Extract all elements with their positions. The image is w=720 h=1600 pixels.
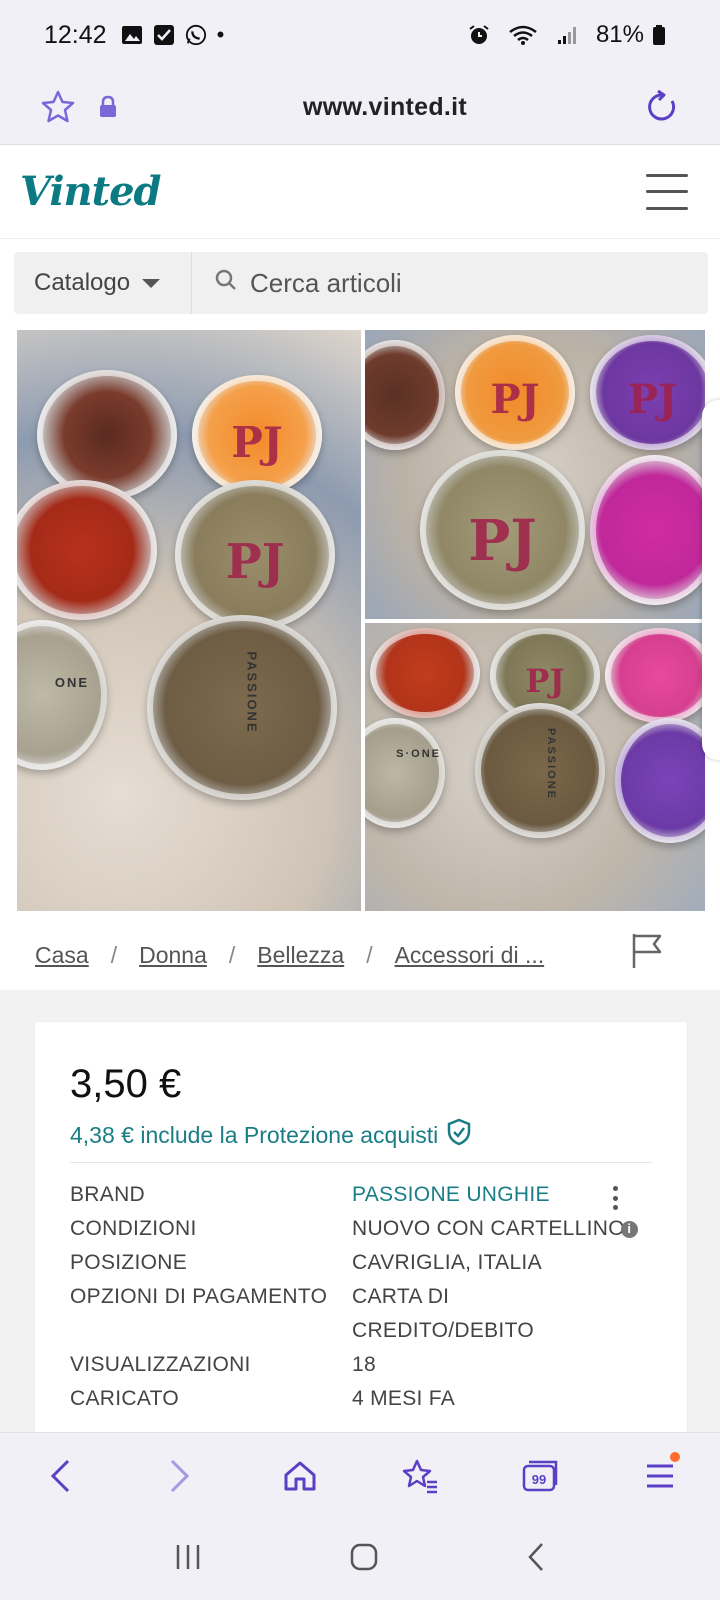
system-back-icon[interactable] (525, 1541, 547, 1578)
report-flag-icon[interactable] (630, 932, 664, 970)
detail-row-location: POSIZIONE CAVRIGLIA, ITALIA (70, 1246, 652, 1280)
breadcrumb: Casa / Donna / Bellezza / Accessori di .… (35, 935, 665, 975)
battery-icon (652, 24, 666, 46)
item-price: 3,50 € (70, 1062, 182, 1106)
detail-key: CARICATO (70, 1387, 179, 1410)
jar-label: PASSIONE (244, 651, 260, 734)
breadcrumb-item-casa[interactable]: Casa (35, 942, 89, 969)
wifi-icon (508, 24, 538, 46)
browser-address-bar: www.vinted.it (0, 70, 720, 145)
lid-logo: PJ (627, 376, 677, 424)
photo-gallery: PJ PJ ONE PASSIONE PJ PJ PJ PJ S·ONE PAS… (17, 330, 705, 911)
detail-row-condition: CONDIZIONI NUOVO CON CARTELLINO i (70, 1212, 652, 1246)
breadcrumb-item-bellezza[interactable]: Bellezza (257, 942, 344, 969)
search-bar: Catalogo Cerca articoli (14, 252, 708, 314)
recent-apps-icon[interactable] (173, 1542, 203, 1577)
vinted-logo[interactable]: Vinted (20, 168, 162, 215)
detail-value: 18 (352, 1353, 376, 1376)
tabs-icon[interactable]: 99 (516, 1452, 564, 1500)
jar-label: S·ONE (396, 748, 441, 760)
item-details-list: BRAND PASSIONE UNGHIE CONDIZIONI NUOVO C… (70, 1178, 652, 1416)
catalog-dropdown[interactable]: Catalogo (14, 252, 192, 314)
detail-key: CONDIZIONI (70, 1217, 197, 1240)
lid-logo: PJ (525, 662, 565, 701)
protection-text: 4,38 € include la Protezione acquisti (70, 1121, 439, 1148)
home-icon[interactable] (276, 1452, 324, 1500)
alarm-icon (468, 24, 490, 46)
reload-icon[interactable] (642, 87, 682, 127)
item-details-card: 3,50 € 4,38 € include la Protezione acqu… (35, 1022, 687, 1432)
lid-logo: PJ (225, 534, 285, 590)
status-bar: 12:42 • 81% (0, 0, 720, 70)
bookmarks-icon[interactable] (396, 1452, 444, 1500)
detail-value: NUOVO CON CARTELLINO (352, 1217, 625, 1240)
breadcrumb-separator: / (228, 941, 236, 968)
browser-toolbar: 99 (0, 1432, 720, 1518)
detail-key: VISUALIZZAZIONI (70, 1353, 251, 1376)
browser-menu-icon[interactable] (636, 1451, 684, 1500)
item-photo-main[interactable]: PJ PJ ONE PASSIONE (17, 330, 361, 911)
shield-check-icon (446, 1118, 472, 1152)
lid-logo: PJ (490, 376, 540, 424)
battery-level: 81% (595, 21, 644, 48)
lock-icon[interactable] (88, 87, 128, 127)
detail-row-views: VISUALIZZAZIONI 18 (70, 1348, 652, 1382)
search-placeholder: Cerca articoli (250, 267, 402, 298)
item-photo-2[interactable]: PJ PJ PJ (365, 330, 705, 619)
info-icon[interactable]: i (620, 1220, 638, 1238)
hamburger-menu-icon[interactable] (646, 173, 688, 210)
status-time: 12:42 (44, 20, 107, 49)
whatsapp-icon (185, 24, 207, 46)
detail-row-uploaded: CARICATO 4 MESI FA (70, 1382, 652, 1416)
detail-row-brand: BRAND PASSIONE UNGHIE (70, 1178, 652, 1212)
detail-value: CARTA DI CREDITO/DEBITO (352, 1285, 534, 1342)
forward-arrow-icon[interactable] (156, 1452, 204, 1500)
side-panel-handle[interactable] (702, 400, 720, 760)
android-nav-bar (0, 1518, 720, 1600)
detail-value: 4 MESI FA (352, 1387, 456, 1410)
detail-key: OPZIONI DI PAGAMENTO (70, 1285, 328, 1308)
caret-down-icon (142, 278, 161, 288)
jar-label: PASSIONE (545, 727, 558, 801)
lid-logo: PJ (468, 507, 537, 574)
jar-label: ONE (54, 675, 89, 690)
item-photo-3[interactable]: PJ S·ONE PASSIONE (365, 623, 705, 911)
breadcrumb-item-donna[interactable]: Donna (139, 942, 207, 969)
breadcrumb-separator: / (110, 941, 118, 968)
detail-row-payment: OPZIONI DI PAGAMENTO CARTA DI CREDITO/DE… (70, 1280, 652, 1348)
detail-value: CAVRIGLIA, ITALIA (352, 1251, 542, 1274)
site-header: Vinted (0, 145, 720, 239)
divider (70, 1162, 652, 1163)
search-input[interactable]: Cerca articoli (192, 268, 708, 299)
back-arrow-icon[interactable] (36, 1452, 84, 1500)
url-display[interactable]: www.vinted.it (128, 93, 642, 122)
tabs-count: 99 (532, 1472, 546, 1487)
status-dot: • (216, 22, 225, 47)
buyer-protection-link[interactable]: 4,38 € include la Protezione acquisti (70, 1118, 472, 1152)
checkbox-icon (153, 24, 175, 46)
breadcrumb-item-accessori[interactable]: Accessori di ... (395, 942, 545, 969)
breadcrumb-separator: / (366, 941, 373, 968)
gallery-icon (121, 24, 143, 46)
detail-key: BRAND (70, 1183, 146, 1206)
notification-dot (670, 1451, 680, 1462)
detail-key: POSIZIONE (70, 1251, 188, 1274)
search-icon (214, 268, 238, 299)
home-button-icon[interactable] (348, 1541, 380, 1578)
lid-logo: PJ (231, 418, 283, 468)
brand-link[interactable]: PASSIONE UNGHIE (352, 1178, 652, 1212)
catalog-label: Catalogo (34, 269, 131, 296)
bookmark-star-icon[interactable] (38, 87, 78, 127)
signal-icon (556, 24, 578, 46)
